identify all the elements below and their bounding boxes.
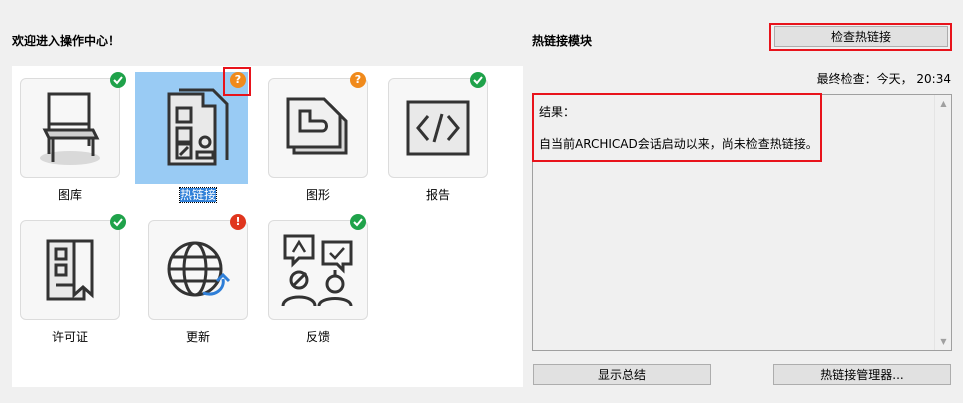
license-icon (46, 239, 94, 301)
report-box[interactable] (388, 78, 488, 178)
library-box[interactable] (20, 78, 120, 178)
status-ok-icon (350, 214, 366, 230)
status-ok-icon (110, 214, 126, 230)
scroll-down-icon[interactable]: ▼ (939, 337, 948, 346)
code-icon (406, 100, 470, 156)
globe-update-icon (167, 241, 231, 297)
update-box[interactable] (148, 220, 248, 320)
hotlink-icon (167, 88, 229, 166)
hotlink-module-title: 热链接模块 (532, 34, 593, 48)
graphics-icon (286, 97, 348, 155)
hotlink-manager-button[interactable]: 热链接管理器... (773, 364, 951, 385)
feedback-icon (281, 234, 353, 307)
status-ok-icon (470, 72, 486, 88)
highlight-frame (223, 67, 251, 96)
highlight-frame (532, 93, 822, 162)
scroll-up-icon[interactable]: ▲ (939, 99, 948, 108)
tile-label: 图形 (305, 188, 330, 202)
action-center-grid: 图库 热链接 ? 图形 ? 报告 许可证 更新 ! 反馈 (12, 66, 523, 387)
tile-label: 图库 (57, 188, 82, 202)
status-warning-icon: ? (350, 72, 366, 88)
welcome-heading: 欢迎进入操作中心！ (12, 34, 121, 48)
status-ok-icon (110, 72, 126, 88)
tile-label: 反馈 (305, 330, 330, 344)
tile-label: 许可证 (51, 330, 88, 344)
tile-label: 热链接 (178, 187, 218, 203)
last-check-status: 最终检查：今天， 20:34 (816, 72, 951, 86)
highlight-frame (769, 23, 952, 51)
graphics-box[interactable] (268, 78, 368, 178)
feedback-box[interactable] (268, 220, 368, 320)
results-scrollbar[interactable]: ▲ ▼ (934, 95, 951, 350)
status-error-icon: ! (230, 214, 246, 230)
license-box[interactable] (20, 220, 120, 320)
show-summary-button[interactable]: 显示总结 (533, 364, 711, 385)
tile-label: 报告 (425, 188, 450, 202)
chair-icon (40, 92, 100, 165)
tile-label: 更新 (185, 330, 210, 344)
